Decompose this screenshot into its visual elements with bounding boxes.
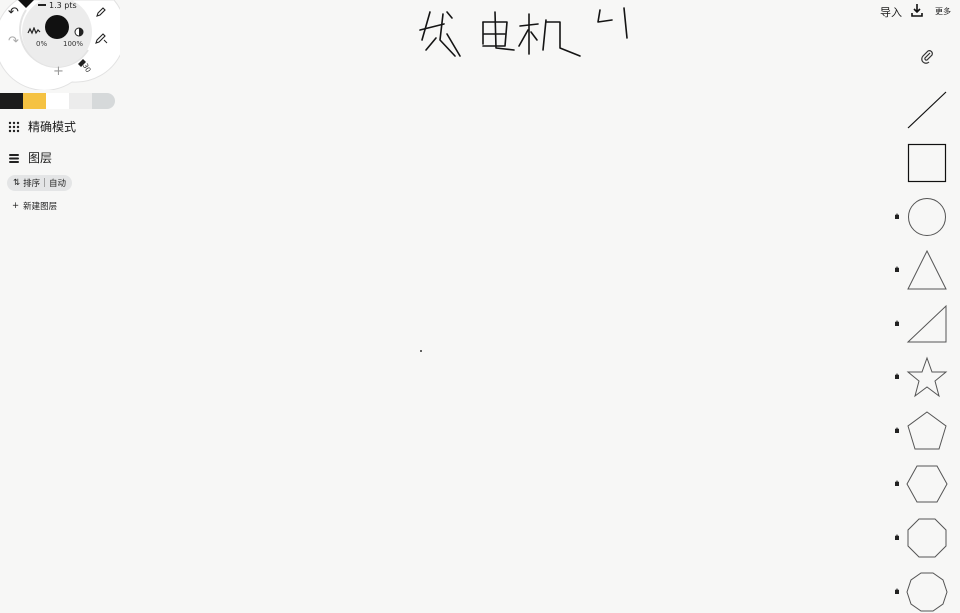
shape-line[interactable]	[906, 88, 948, 130]
lock-icon	[895, 266, 899, 272]
lock-icon	[895, 427, 899, 433]
import-button[interactable]: 导入	[880, 4, 902, 20]
plus-icon: +	[12, 201, 20, 211]
add-tool-button[interactable]: +	[53, 64, 64, 79]
precision-mode-label: 精确模式	[28, 120, 77, 134]
lock-icon	[895, 373, 899, 379]
color-swatch-gray[interactable]	[92, 93, 115, 109]
brush-color-preview[interactable]	[45, 15, 69, 39]
sort-value: 自动	[49, 179, 67, 189]
shape-square[interactable]	[906, 142, 948, 184]
lock-icon	[895, 213, 899, 219]
color-swatch-light-gray[interactable]	[69, 93, 92, 109]
paperclip-icon[interactable]	[919, 48, 935, 64]
tool-wheel[interactable]: ↶ ↷ 1.3 pts 0% 100% 30 +	[0, 0, 120, 90]
sort-separator: |	[43, 178, 47, 188]
shape-circle[interactable]	[906, 196, 948, 238]
lock-icon	[895, 534, 899, 540]
handwriting-sketch	[419, 7, 628, 57]
brush-stroke-icon[interactable]	[27, 27, 41, 35]
shape-pentagon[interactable]	[906, 410, 948, 452]
lock-icon	[895, 588, 899, 594]
redo-icon[interactable]: ↷	[8, 34, 19, 49]
opacity-min-label: 0%	[36, 40, 48, 48]
sort-icon: ⇅	[13, 178, 21, 188]
shape-octagon[interactable]	[906, 517, 948, 559]
opacity-icon[interactable]	[74, 27, 84, 37]
shape-triangle[interactable]	[906, 249, 948, 291]
more-button[interactable]: 更多	[935, 6, 951, 17]
layers-icon	[9, 153, 19, 163]
sort-label: 排序	[23, 179, 41, 189]
layer-sort-button[interactable]: ⇅ 排序 | 自动	[7, 175, 73, 191]
precision-mode-toggle[interactable]: 精确模式	[8, 118, 76, 135]
shape-right-triangle[interactable]	[906, 303, 948, 345]
color-swatch-black[interactable]	[0, 93, 23, 109]
color-swatch-white[interactable]	[46, 93, 69, 109]
lock-icon	[895, 480, 899, 486]
color-swatch-yellow[interactable]	[23, 93, 46, 109]
opacity-max-label: 100%	[63, 40, 84, 48]
layers-label: 图层	[28, 151, 53, 165]
lock-icon	[895, 320, 899, 326]
canvas-dot	[420, 350, 422, 352]
pencil-tool-icon[interactable]	[94, 31, 108, 45]
new-layer-button[interactable]: + 新建图层	[12, 200, 57, 212]
undo-icon[interactable]: ↶	[8, 5, 19, 20]
shape-decagon[interactable]	[906, 571, 948, 613]
new-layer-label: 新建图层	[23, 202, 58, 212]
layers-button[interactable]: 图层	[8, 149, 52, 166]
color-palette[interactable]	[0, 93, 115, 109]
shape-hexagon[interactable]	[906, 463, 948, 505]
download-icon[interactable]	[910, 3, 924, 17]
shape-star[interactable]	[906, 356, 948, 398]
grid-dots-icon	[8, 121, 20, 132]
pen-tool-icon[interactable]	[95, 7, 106, 18]
brush-size-label: 1.3 pts	[38, 1, 77, 10]
drawing-canvas[interactable]: ↶ ↷ 1.3 pts 0% 100% 30 + 精确模式 图层 ⇅ 排序 | …	[0, 0, 960, 612]
